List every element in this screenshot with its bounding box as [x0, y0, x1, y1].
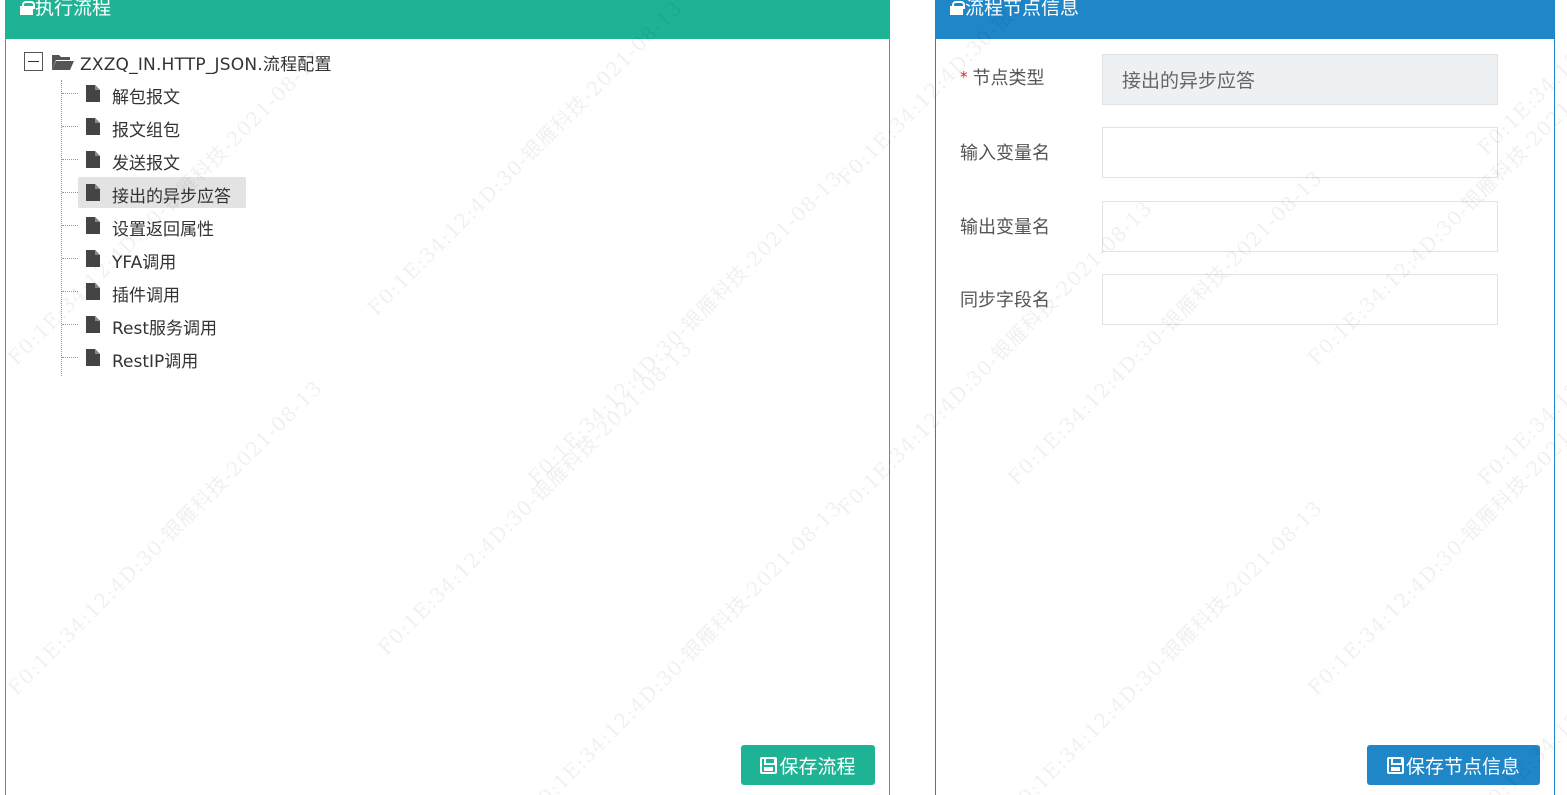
gift-icon — [949, 1, 965, 15]
output-var-field[interactable] — [1102, 201, 1498, 252]
tree-item-label: RestIP调用 — [112, 352, 199, 372]
execution-flow-panel: 执行流程 ZXZQ_IN.HTTP_JSON.流程配置 解包报文报文组包发送报文… — [5, 0, 890, 795]
input-var-field[interactable] — [1102, 127, 1498, 178]
execution-flow-header: 执行流程 — [5, 0, 890, 39]
node-info-panel: 流程节点信息 *节点类型 输入变量名 输出变量名 同步字段名 保存节点信息 — [935, 0, 1555, 795]
tree-item-label: 接出的异步应答 — [112, 187, 231, 207]
tree-item-label: 插件调用 — [112, 286, 180, 306]
tree-item[interactable]: 插件调用 — [23, 275, 283, 308]
required-mark: * — [960, 68, 968, 86]
file-icon — [86, 316, 100, 333]
tree-item[interactable]: 设置返回属性 — [23, 209, 283, 242]
file-icon — [86, 217, 100, 234]
tree-item[interactable]: 发送报文 — [23, 143, 283, 176]
tree-item[interactable]: 报文组包 — [23, 110, 283, 143]
input-var-label: 输入变量名 — [960, 143, 1050, 164]
node-type-field[interactable] — [1102, 54, 1498, 105]
tree-connector — [62, 324, 78, 325]
tree-item-label: 设置返回属性 — [112, 220, 214, 240]
sync-field-input[interactable] — [1102, 274, 1498, 325]
tree-connector — [62, 357, 78, 358]
tree-item[interactable]: RestIP调用 — [23, 341, 283, 374]
tree-item-label: Rest服务调用 — [112, 319, 218, 339]
panel-title: 执行流程 — [35, 0, 112, 19]
file-icon — [86, 250, 100, 267]
tree-item[interactable]: YFA调用 — [23, 242, 283, 275]
save-flow-button[interactable]: 保存流程 — [741, 745, 875, 785]
file-icon — [86, 349, 100, 366]
file-icon — [86, 85, 100, 102]
save-icon — [760, 756, 778, 774]
file-icon — [86, 283, 100, 300]
node-info-header: 流程节点信息 — [935, 0, 1555, 39]
save-flow-label: 保存流程 — [779, 755, 856, 778]
tree-root-label: ZXZQ_IN.HTTP_JSON.流程配置 — [80, 55, 332, 75]
tree-connector — [62, 93, 78, 94]
tree-item-label: 解包报文 — [112, 88, 180, 108]
file-icon — [86, 184, 100, 201]
tree-connector — [62, 126, 78, 127]
panel-title: 流程节点信息 — [965, 0, 1080, 19]
tree-item-label: 发送报文 — [112, 154, 180, 174]
gift-icon — [19, 1, 35, 15]
save-icon — [1386, 756, 1404, 774]
node-type-label: * 节点类型 — [960, 68, 1045, 89]
input-var-row: 输入变量名 — [936, 127, 1554, 179]
file-icon — [86, 151, 100, 168]
tree-connector — [62, 159, 78, 160]
tree-item[interactable]: 解包报文 — [23, 77, 283, 110]
sync-field-row: 同步字段名 — [936, 274, 1554, 326]
node-type-row: * 节点类型 — [936, 54, 1554, 106]
tree-connector — [62, 192, 78, 193]
file-icon — [86, 118, 100, 135]
tree-connector — [62, 225, 78, 226]
sync-field-label: 同步字段名 — [960, 290, 1050, 311]
collapse-icon[interactable] — [24, 52, 43, 71]
save-node-info-label: 保存节点信息 — [1405, 755, 1520, 778]
tree-item-label: 报文组包 — [112, 121, 180, 141]
tree-item[interactable]: 接出的异步应答 — [23, 176, 283, 209]
tree-item-label: YFA调用 — [112, 253, 177, 273]
save-node-info-button[interactable]: 保存节点信息 — [1367, 745, 1540, 785]
folder-open-icon — [52, 55, 74, 70]
output-var-label: 输出变量名 — [960, 217, 1050, 238]
tree-item[interactable]: Rest服务调用 — [23, 308, 283, 341]
output-var-row: 输出变量名 — [936, 201, 1554, 253]
tree-connector — [62, 258, 78, 259]
tree-connector — [62, 291, 78, 292]
